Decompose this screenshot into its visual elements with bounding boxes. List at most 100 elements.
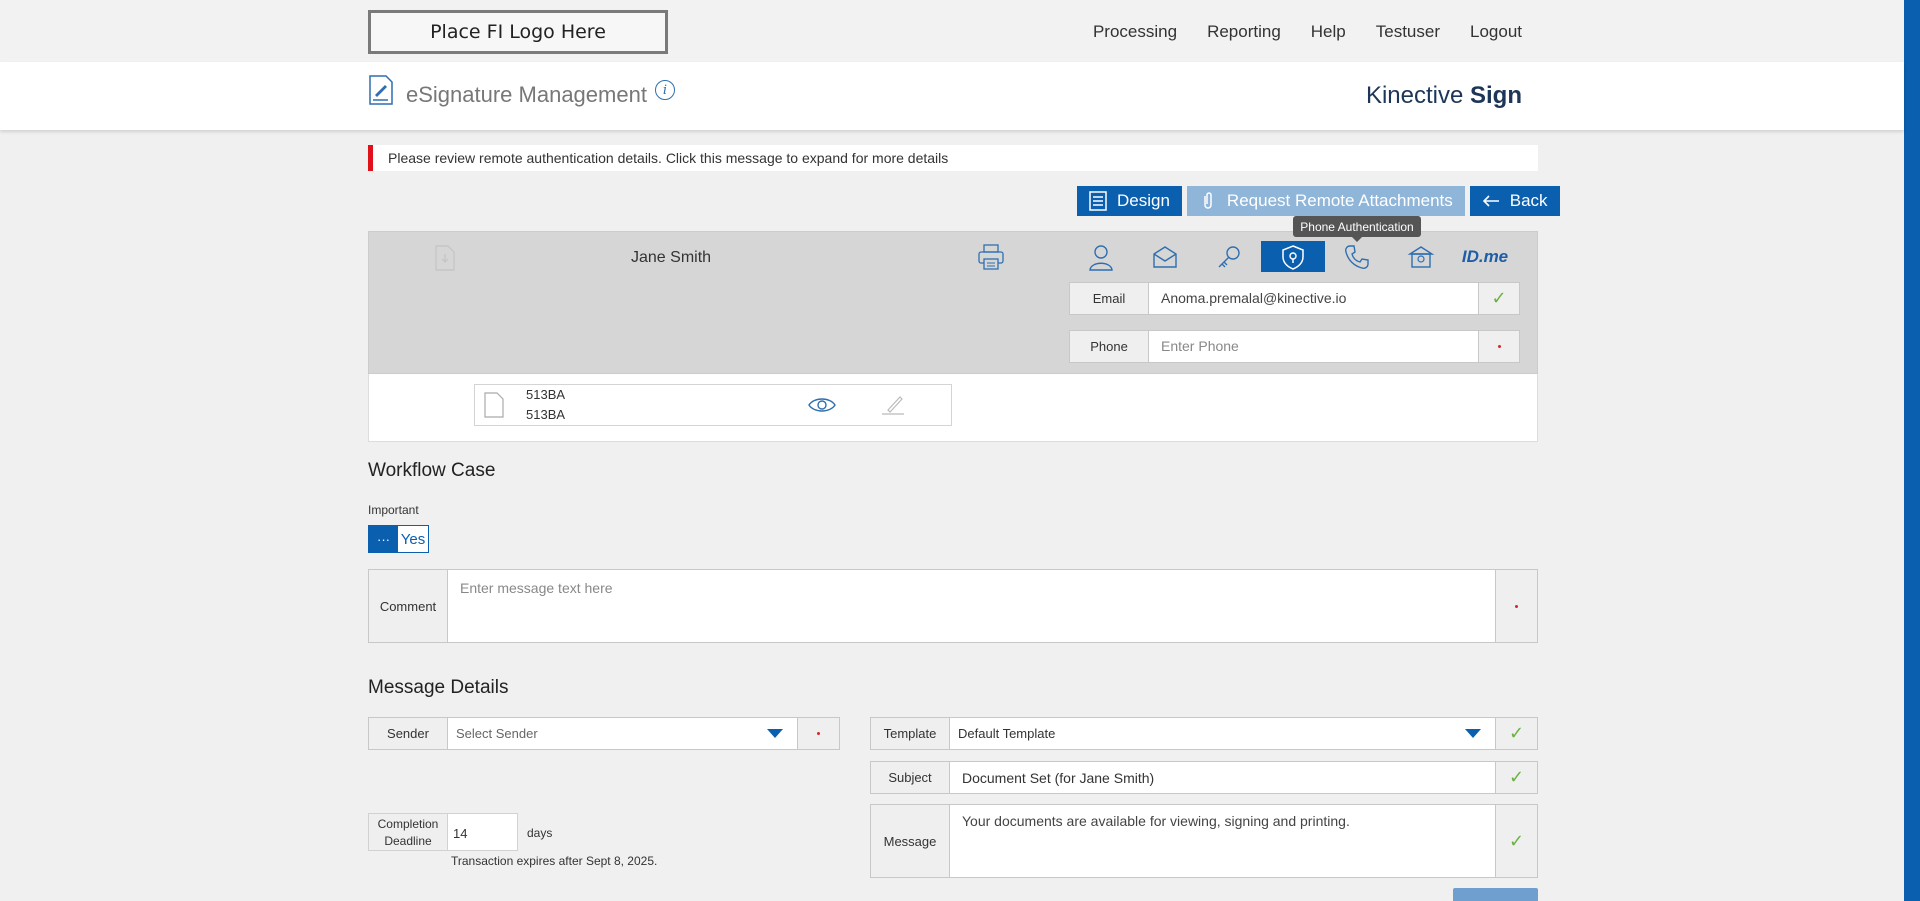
auth-tab-person[interactable] (1069, 241, 1133, 272)
comment-label: Comment (368, 569, 448, 643)
important-toggle[interactable]: ··· Yes (368, 525, 429, 553)
back-button[interactable]: Back (1469, 186, 1560, 216)
template-row: Template Default Template ✓ (870, 717, 1538, 750)
sender-label: Sender (368, 717, 448, 750)
top-bar: Place FI Logo Here Processing Reporting … (0, 0, 1904, 62)
auth-tab-bank[interactable] (1389, 241, 1453, 272)
nav-reporting[interactable]: Reporting (1207, 22, 1281, 42)
nav-user[interactable]: Testuser (1376, 22, 1440, 42)
page-header: eSignature Management i Kinective Sign (0, 62, 1904, 130)
completion-deadline-label: Completion Deadline (368, 813, 448, 851)
workflow-case-title: Workflow Case (368, 460, 496, 481)
auth-tab-phone[interactable] (1325, 241, 1389, 272)
template-label: Template (870, 717, 950, 750)
sender-select[interactable]: Select Sender (448, 717, 798, 750)
auth-tab-shield[interactable] (1261, 241, 1325, 272)
message-label: Message (870, 804, 950, 878)
printer-icon[interactable] (977, 243, 1005, 271)
chevron-down-icon (767, 729, 783, 738)
document-item: 513BA 513BA (474, 384, 952, 426)
document-name: 513BA (526, 387, 566, 402)
brand-sign: Sign (1470, 82, 1522, 109)
message-row: Message Your documents are available for… (870, 804, 1538, 878)
file-icon (484, 392, 504, 418)
auth-tab-key[interactable] (1197, 241, 1261, 272)
sender-status (798, 717, 840, 750)
message-status: ✓ (1496, 804, 1538, 878)
shield-lock-icon (1282, 244, 1304, 270)
sender-row: Sender Select Sender (368, 717, 840, 750)
design-icon (1089, 191, 1107, 211)
email-icon (1153, 245, 1177, 268)
chevron-down-icon (1465, 729, 1481, 738)
phone-icon (1345, 244, 1369, 269)
page-title: eSignature Management (406, 82, 647, 107)
template-select[interactable]: Default Template (950, 717, 1496, 750)
phone-row: Phone Enter Phone (1069, 330, 1520, 363)
paperclip-icon (1204, 192, 1212, 209)
auth-alert-message[interactable]: Please review remote authentication deta… (368, 145, 1538, 171)
phone-field[interactable]: Enter Phone (1149, 330, 1479, 363)
design-label: Design (1117, 191, 1170, 210)
template-value: Default Template (958, 726, 1056, 741)
sender-value: Select Sender (456, 726, 538, 741)
phone-label: Phone (1069, 330, 1149, 363)
arrow-left-icon (1482, 195, 1499, 207)
request-remote-attachments-button[interactable]: Request Remote Attachments (1186, 186, 1465, 216)
transaction-expiry: Transaction expires after Sept 8, 2025. (451, 854, 658, 868)
request-attachments-label: Request Remote Attachments (1226, 191, 1453, 210)
required-indicator (1515, 604, 1518, 608)
subject-value: Document Set (for Jane Smith) (962, 769, 1155, 786)
nav-logout[interactable]: Logout (1470, 22, 1522, 42)
subject-status: ✓ (1496, 761, 1538, 794)
email-field[interactable]: Anoma.premalal@kinective.io (1149, 282, 1479, 315)
brand-name: Kinective (1365, 82, 1464, 109)
completion-deadline-field[interactable]: 14 (448, 813, 518, 851)
brand-logo: Kinective Sign (1366, 82, 1522, 110)
signer-name: Jane Smith (631, 249, 712, 266)
document-subname: 513BA (526, 407, 566, 422)
toggle-knob: ··· (369, 526, 398, 552)
nav-processing[interactable]: Processing (1093, 22, 1177, 42)
esign-document-icon (369, 75, 393, 105)
nav-help[interactable]: Help (1311, 22, 1346, 42)
check-icon: ✓ (1508, 767, 1525, 787)
signer-document-icon[interactable] (435, 245, 455, 271)
phone-status (1479, 330, 1520, 363)
comment-status (1496, 569, 1538, 643)
subject-field[interactable]: Document Set (for Jane Smith) (950, 761, 1496, 794)
check-icon: ✓ (1508, 723, 1525, 743)
info-icon[interactable]: i (655, 80, 675, 100)
auth-tab-idme[interactable]: ID.me (1453, 241, 1517, 272)
auth-method-tabs: ID.me (1069, 241, 1520, 272)
subject-row: Subject Document Set (for Jane Smith) ✓ (870, 761, 1538, 794)
key-icon (1218, 245, 1240, 267)
idme-icon: ID.me (1461, 246, 1509, 266)
required-indicator (817, 732, 820, 735)
required-indicator (1497, 345, 1501, 348)
email-row: Email Anoma.premalal@kinective.io ✓ (1069, 282, 1520, 315)
view-eye-icon[interactable] (808, 395, 836, 415)
comment-row: Comment Enter message text here (368, 569, 1538, 643)
top-nav: Processing Reporting Help Testuser Logou… (1093, 22, 1522, 42)
comment-field[interactable]: Enter message text here (448, 569, 1496, 643)
important-label: Important (368, 503, 419, 517)
message-details-title: Message Details (368, 677, 509, 698)
check-icon: ✓ (1508, 830, 1525, 851)
sign-pen-icon[interactable] (880, 393, 906, 417)
message-field[interactable]: Your documents are available for viewing… (950, 804, 1496, 878)
subject-label: Subject (870, 761, 950, 794)
send-button[interactable] (1453, 888, 1538, 901)
scrollbar[interactable] (1904, 0, 1920, 901)
phone-auth-tooltip: Phone Authentication (1293, 216, 1421, 242)
deadline-unit: days (527, 826, 553, 840)
action-buttons: Design Request Remote Attachments Back (1077, 186, 1560, 216)
check-icon: ✓ (1491, 288, 1507, 308)
design-button[interactable]: Design (1077, 186, 1182, 216)
email-status: ✓ (1479, 282, 1520, 315)
bank-icon (1407, 245, 1435, 268)
toggle-value: Yes (400, 530, 426, 548)
auth-tab-email[interactable] (1133, 241, 1197, 272)
back-label: Back (1509, 191, 1548, 210)
email-label: Email (1069, 282, 1149, 315)
